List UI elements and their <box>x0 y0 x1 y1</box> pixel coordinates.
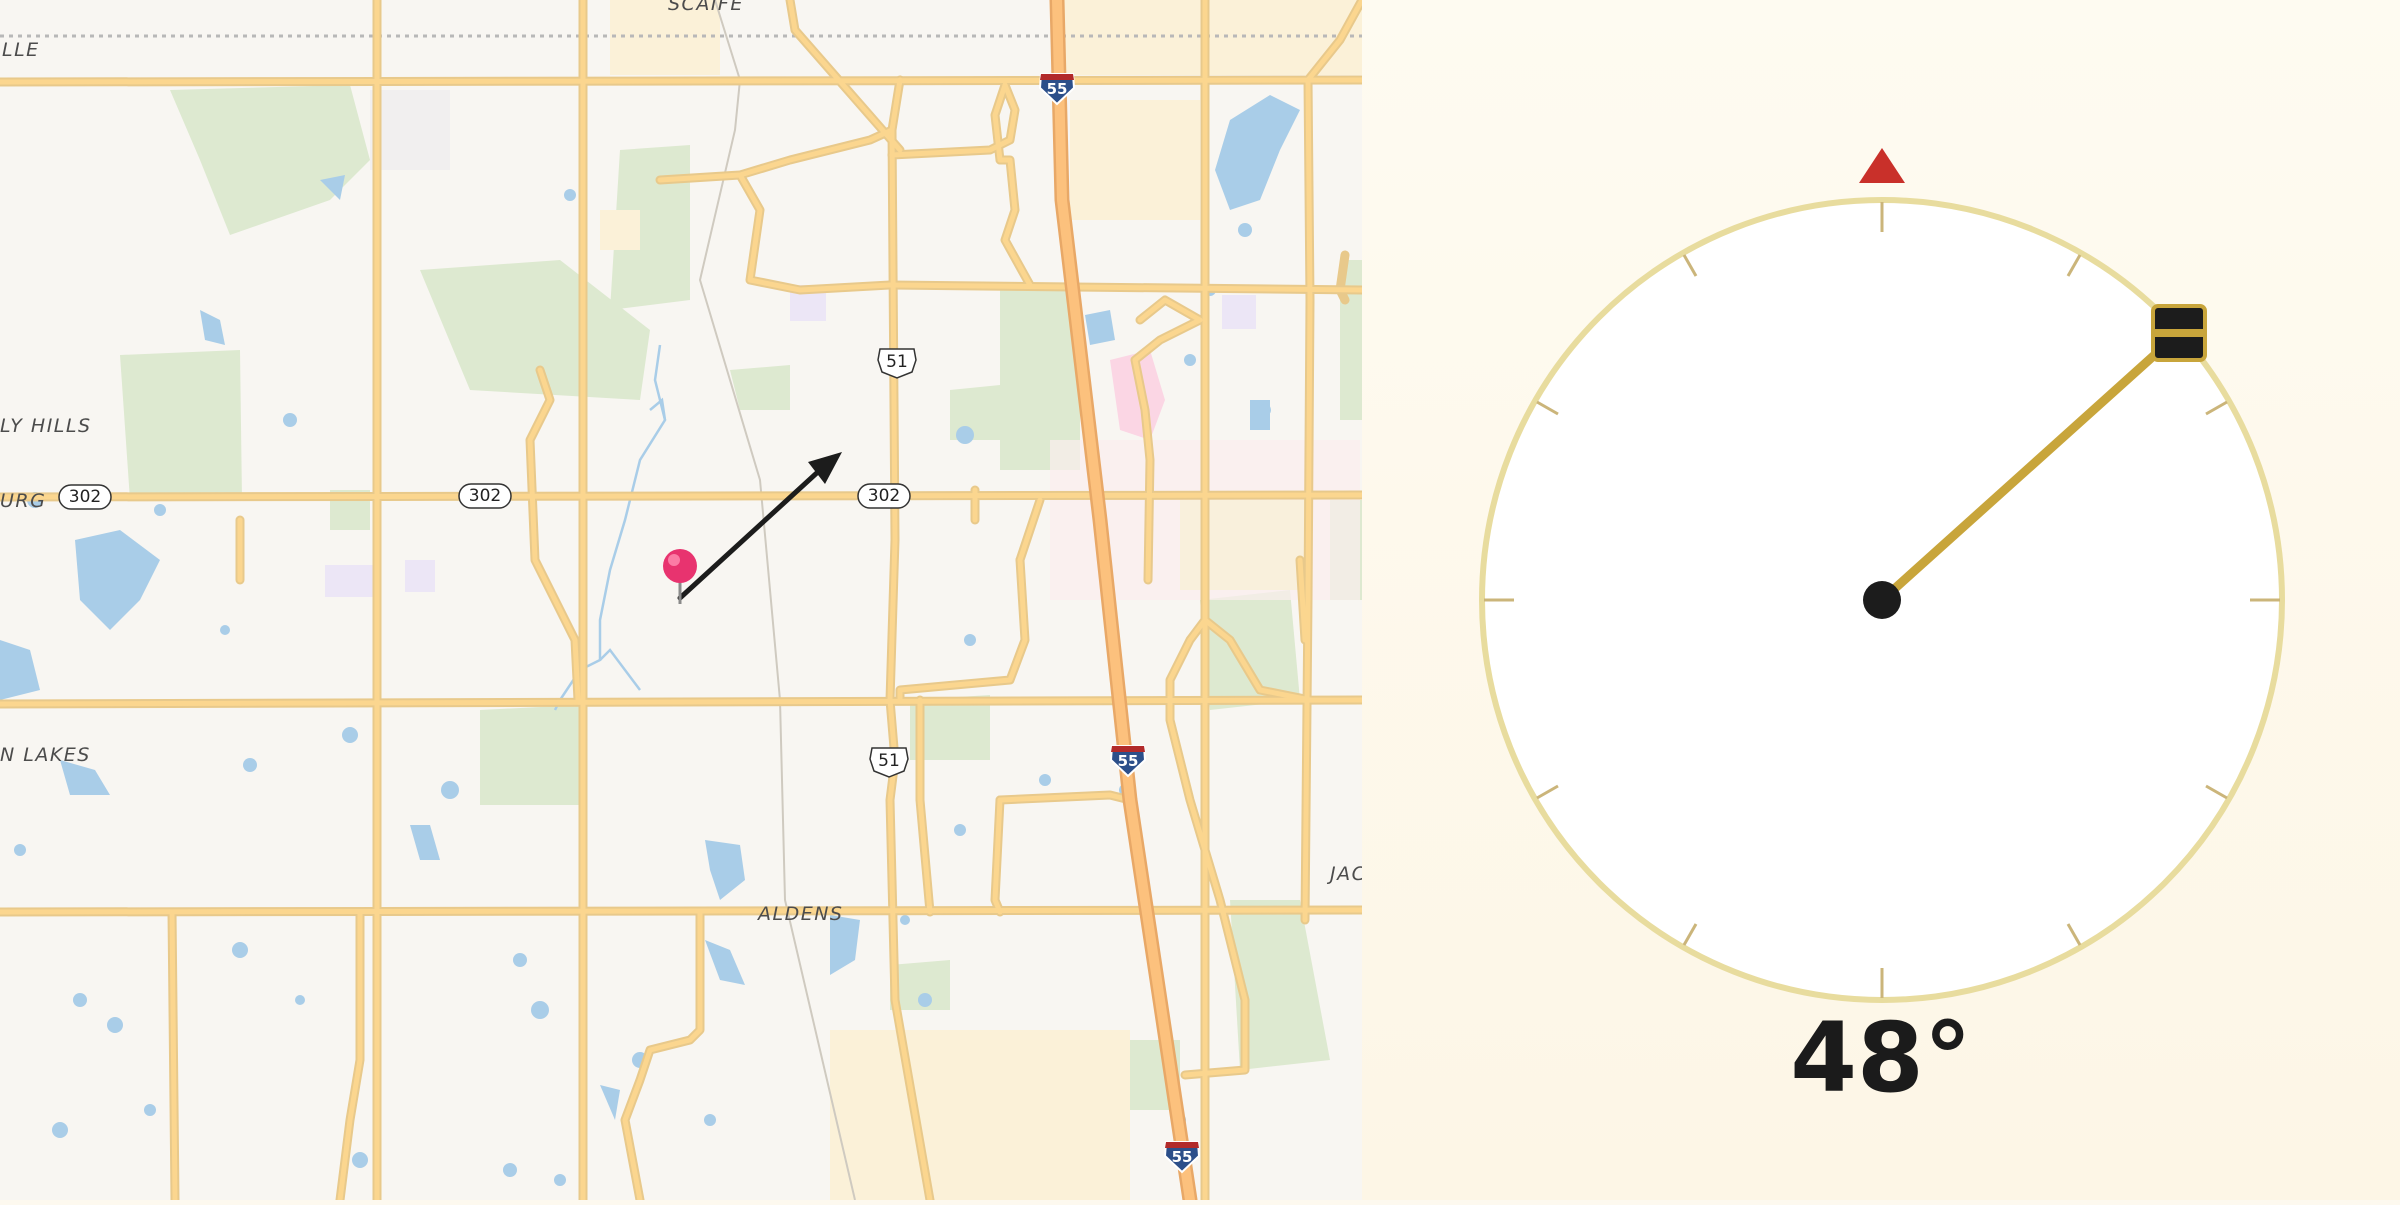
place-label-urg: URG <box>0 490 46 512</box>
route-302-shield: 302 <box>458 483 512 509</box>
north-marker-icon <box>1859 148 1905 183</box>
route-302-shield: 302 <box>857 483 911 509</box>
location-pin-icon[interactable] <box>663 549 697 604</box>
us-51-shield: 51 <box>877 348 917 379</box>
heading-readout: 48° <box>1790 1002 1972 1114</box>
interstate-55-shield: 55 <box>1163 1141 1201 1174</box>
drag-handle-icon[interactable] <box>2151 304 2207 362</box>
svg-text:302: 302 <box>69 487 101 507</box>
interstate-55-shield: 55 <box>1038 73 1076 106</box>
place-label-jac: JAC <box>1326 863 1362 885</box>
direction-arrow-icon <box>677 452 842 601</box>
svg-text:51: 51 <box>878 751 900 771</box>
place-label-scaife: SCAIFE <box>668 0 744 15</box>
place-label-n-lakes: N LAKES <box>0 744 91 766</box>
interstate-55-shield: 55 <box>1109 745 1147 778</box>
place-label-lle: LLE <box>2 39 40 61</box>
map-view[interactable]: SCAIFE LLE LY HILLS URG N LAKES ALDENS J… <box>0 0 1364 1200</box>
map-canvas[interactable]: SCAIFE LLE LY HILLS URG N LAKES ALDENS J… <box>0 0 1362 1200</box>
route-302-shield: 302 <box>58 484 112 510</box>
svg-text:55: 55 <box>1172 1148 1193 1166</box>
svg-text:302: 302 <box>868 486 900 506</box>
svg-text:302: 302 <box>469 486 501 506</box>
compass-panel: 48° <box>1362 0 2400 1200</box>
place-label-aldens: ALDENS <box>756 903 844 925</box>
compass-hub <box>1863 581 1901 619</box>
svg-text:55: 55 <box>1047 80 1068 98</box>
svg-text:51: 51 <box>886 352 908 372</box>
place-label-ly-hills: LY HILLS <box>0 415 92 437</box>
svg-text:55: 55 <box>1118 752 1139 770</box>
us-51-shield: 51 <box>869 747 909 778</box>
